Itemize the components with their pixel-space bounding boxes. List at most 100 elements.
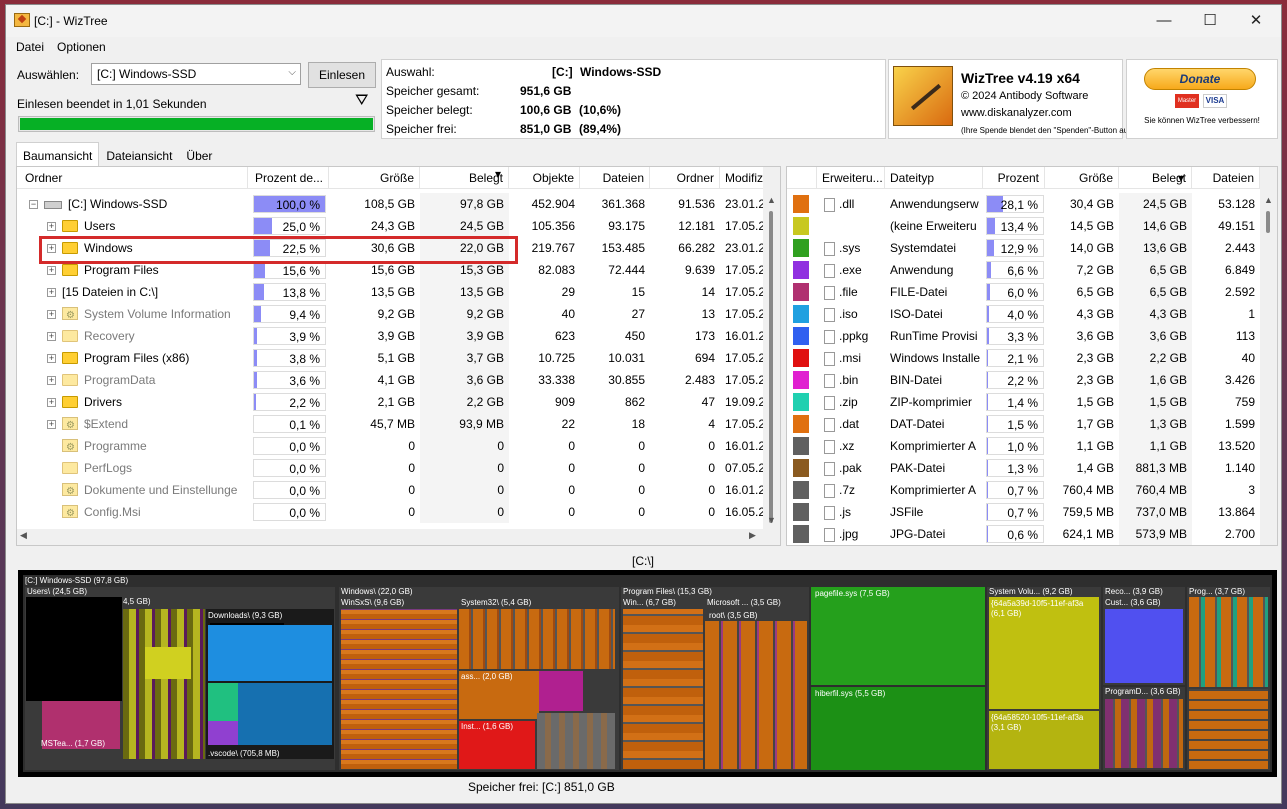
types-row[interactable]: .sys Systemdatei 12,9 % 14,0 GB 13,6 GB 2.443 — [787, 237, 1277, 259]
treemap-guid2[interactable]: {64a58520-10f5-11ef-af3a (3,1 GB) — [989, 711, 1099, 769]
types-row[interactable]: .file FILE-Datei 6,0 % 6,5 GB 6,5 GB 2.592 — [787, 281, 1277, 303]
tree-row[interactable]: + System Volume Information 9,4 % 9,2 GB 9,2… — [17, 303, 780, 325]
tree-col-header-1[interactable]: Prozent de... — [248, 167, 329, 189]
treemap-users[interactable]: Users\ (24,5 GB) 4,5 GB) Downloads\ (9,3… — [25, 587, 335, 770]
types-row[interactable]: .bin BIN-Datei 2,2 % 2,3 GB 1,6 GB 3.426 — [787, 369, 1277, 391]
types-row[interactable]: .pak PAK-Datei 1,3 % 1,4 GB 881,3 MB 1.140 — [787, 457, 1277, 479]
treemap-teal-block[interactable] — [208, 683, 238, 721]
types-row[interactable]: (keine Erweiteru 13,4 % 14,5 GB 14,6 GB 49.1… — [787, 215, 1277, 237]
website-link[interactable]: www.diskanalyzer.com — [961, 107, 1072, 119]
menu-datei[interactable]: Datei — [6, 37, 51, 57]
types-row[interactable]: .xz Komprimierter A 1,0 % 1,1 GB 1,1 GB 13.52… — [787, 435, 1277, 457]
expand-icon[interactable]: + — [47, 354, 56, 364]
tree-vertical-scrollbar[interactable]: ▲ ▼ — [763, 167, 780, 545]
collapse-icon[interactable]: − — [29, 200, 38, 210]
types-row[interactable]: .zip ZIP-komprimier 1,4 % 1,5 GB 1,5 GB 759 — [787, 391, 1277, 413]
treemap-purple-large[interactable] — [1105, 609, 1183, 683]
tree-col-header-2[interactable]: Größe — [329, 167, 420, 189]
treemap-prog[interactable]: Prog... (3,7 GB) — [1187, 587, 1270, 770]
scan-button[interactable]: Einlesen — [308, 62, 376, 88]
expand-icon[interactable]: + — [47, 332, 56, 342]
types-row[interactable]: .iso ISO-Datei 4,0 % 4,3 GB 4,3 GB 1 — [787, 303, 1277, 325]
expand-icon[interactable]: + — [47, 398, 56, 408]
treemap-gray-block[interactable] — [537, 713, 615, 769]
types-row[interactable]: .7z Komprimierter A 0,7 % 760,4 MB 760,4 MB 3 — [787, 479, 1277, 501]
treemap-yellow-block[interactable] — [145, 647, 191, 679]
tree-row[interactable]: + Recovery 3,9 % 3,9 GB 3,9 GB 623 450 173 16.01… — [17, 325, 780, 347]
treemap-guid1[interactable]: {64a5a39d-10f5-11ef-af3a (6,1 GB) — [989, 597, 1099, 709]
scroll-up-icon[interactable]: ▲ — [1264, 195, 1273, 205]
treemap-blue-block[interactable] — [208, 625, 332, 681]
treemap-magenta-block[interactable] — [539, 671, 583, 711]
types-col-header-3[interactable]: Größe — [1045, 167, 1119, 189]
types-row[interactable]: .exe Anwendung 6,6 % 7,2 GB 6,5 GB 6.849 — [787, 259, 1277, 281]
expand-icon[interactable]: + — [47, 266, 56, 276]
types-col-header-2[interactable]: Prozent — [983, 167, 1045, 189]
tree-row[interactable]: + ProgramData 3,6 % 4,1 GB 3,6 GB 33.338 30.85… — [17, 369, 780, 391]
donate-button[interactable]: Donate — [1144, 68, 1256, 90]
treemap-microsoft[interactable] — [705, 621, 807, 769]
types-row[interactable]: .dll Anwendungserw 28,1 % 30,4 GB 24,5 GB 53.… — [787, 193, 1277, 215]
tree-scroll-thumb[interactable] — [769, 211, 773, 523]
types-row[interactable]: .jpg JPG-Datei 0,6 % 624,1 MB 573,9 MB 2.700 — [787, 523, 1277, 545]
tree-row[interactable]: + Program Files (x86) 3,8 % 5,1 GB 3,7 GB 10.… — [17, 347, 780, 369]
tab-dateiansicht[interactable]: Dateiansicht — [99, 142, 179, 166]
treemap-programdata[interactable]: ProgramD... (3,6 GB) — [1103, 687, 1185, 770]
types-col-header-1[interactable]: Dateityp — [885, 167, 983, 189]
treemap-view[interactable]: [C:] Windows-SSD (97,8 GB) Users\ (24,5 … — [18, 570, 1277, 777]
tab-baumansicht[interactable]: Baumansicht — [16, 142, 100, 166]
scroll-left-icon[interactable]: ◀ — [20, 530, 27, 541]
tree-row[interactable]: PerfLogs 0,0 % 0 0 0 0 0 07.05.2 — [17, 457, 780, 479]
treemap-inst[interactable]: Inst... (1,6 GB) — [459, 721, 535, 769]
treemap-system-volume[interactable]: System Volu... (9,2 GB) {64a5a39d-10f5-1… — [987, 587, 1101, 770]
treemap-program-files[interactable]: Program Files\ (15,3 GB) Win... (6,7 GB)… — [621, 587, 809, 770]
treemap-recovery[interactable]: Reco... (3,9 GB) Cust... (3,6 GB) — [1103, 587, 1185, 685]
menu-optionen[interactable]: Optionen — [51, 37, 113, 57]
types-row[interactable]: .js JSFile 0,7 % 759,5 MB 737,0 MB 13.864 — [787, 501, 1277, 523]
scroll-up-icon[interactable]: ▲ — [767, 195, 776, 205]
types-col-header-0[interactable]: Erweiteru... — [817, 167, 885, 189]
tree-row[interactable]: − [C:] Windows-SSD 100,0 % 108,5 GB 97,8 GB 4… — [17, 193, 780, 215]
expand-icon[interactable]: + — [47, 376, 56, 386]
treemap-ass[interactable]: ass... (2,0 GB) — [459, 671, 539, 719]
treemap-prog-top[interactable] — [1189, 597, 1268, 687]
types-row[interactable]: .dat DAT-Datei 1,5 % 1,7 GB 1,3 GB 1.599 — [787, 413, 1277, 435]
treemap-win-pf[interactable] — [623, 609, 703, 769]
types-vertical-scrollbar[interactable]: ▲ — [1260, 167, 1277, 545]
expand-icon[interactable]: + — [47, 310, 56, 320]
treemap-canvas[interactable]: [C:] Windows-SSD (97,8 GB) Users\ (24,5 … — [23, 575, 1272, 772]
tree-row[interactable]: +$Extend0,1 %45,7 MB93,9 MB2218417.05.2 — [17, 413, 780, 435]
tree-horizontal-scrollbar[interactable]: ◀ ▶ — [17, 529, 763, 545]
tree-row[interactable]: + Drivers 2,2 % 2,1 GB 2,2 GB 909 862 47 19.09.2 — [17, 391, 780, 413]
tree-col-header-6[interactable]: Ordner — [650, 167, 720, 189]
tree-row[interactable]: + Users 25,0 % 24,3 GB 24,5 GB 105.356 93.175 1… — [17, 215, 780, 237]
tree-col-header-5[interactable]: Dateien — [580, 167, 650, 189]
tree-col-header-4[interactable]: Objekte — [509, 167, 580, 189]
scroll-down-icon[interactable]: ▼ — [767, 515, 776, 525]
treemap-purple-block[interactable] — [208, 721, 238, 745]
treemap-downloads[interactable]: Downloads\ (9,3 GB) .vscode\ (705,8 MB) — [206, 609, 334, 759]
scroll-right-icon[interactable]: ▶ — [749, 530, 756, 541]
filter-icon[interactable]: ⛛ — [355, 92, 368, 110]
treemap-hiberfil[interactable]: hiberfil.sys (5,5 GB) — [811, 687, 985, 770]
types-scroll-thumb[interactable] — [1266, 211, 1270, 233]
expand-icon[interactable]: + — [47, 420, 56, 430]
drive-select[interactable]: [C:] Windows-SSD ⌵ — [91, 63, 301, 85]
types-col-header-5[interactable]: Dateien — [1192, 167, 1260, 189]
treemap-progdata-fill[interactable] — [1105, 699, 1183, 768]
types-row[interactable]: .msi Windows Installe 2,1 % 2,3 GB 2,2 GB 40 — [787, 347, 1277, 369]
types-row[interactable]: .ppkg RunTime Provisi 3,3 % 3,6 GB 3,6 GB 113 — [787, 325, 1277, 347]
tab-ueber[interactable]: Über — [179, 142, 219, 166]
treemap-winsxs[interactable] — [341, 609, 457, 769]
tree-row[interactable]: Config.Msi0,0 %0000016.05.2 — [17, 501, 780, 523]
minimize-button[interactable]: — — [1141, 5, 1187, 37]
treemap-black-block[interactable] — [26, 597, 122, 701]
treemap-prog-bottom[interactable] — [1189, 689, 1268, 769]
treemap-pagefile[interactable]: pagefile.sys (7,5 GB) — [811, 587, 985, 685]
close-button[interactable]: ✕ — [1233, 5, 1279, 37]
treemap-windows[interactable]: Windows\ (22,0 GB) WinSxS\ (9,6 GB) Syst… — [339, 587, 619, 770]
maximize-button[interactable]: ☐ — [1187, 5, 1233, 37]
tree-row[interactable]: Programme0,0 %0000016.01.2 — [17, 435, 780, 457]
treemap-mixed-block[interactable] — [123, 609, 205, 759]
expand-icon[interactable]: + — [47, 288, 56, 298]
